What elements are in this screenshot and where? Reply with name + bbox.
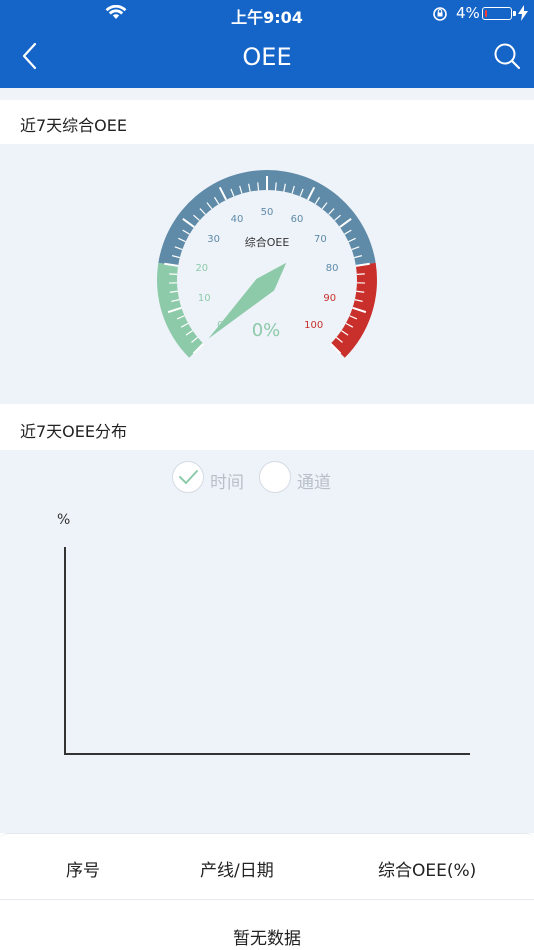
chart-panel bbox=[0, 450, 534, 833]
gauge-tick-mark bbox=[356, 273, 365, 275]
chart-x-axis bbox=[64, 753, 470, 755]
gauge-tick-label: 40 bbox=[230, 214, 244, 226]
gauge-tick-label: 80 bbox=[325, 262, 339, 274]
chart-y-axis-label: % bbox=[57, 512, 71, 528]
divider bbox=[0, 899, 534, 900]
gauge-tick-label: 50 bbox=[260, 207, 274, 218]
empty-state-text: 暂无数据 bbox=[233, 929, 301, 949]
gauge-tick-label: 20 bbox=[195, 262, 209, 274]
gauge-dial bbox=[157, 169, 377, 358]
column-header-line-date: 产线/日期 bbox=[200, 861, 274, 881]
rotation-lock-icon bbox=[433, 7, 447, 21]
nav-bar: OEE bbox=[0, 28, 534, 88]
toggle-time-label: 时间 bbox=[210, 473, 244, 493]
gauge-value: 0% bbox=[251, 320, 281, 341]
status-time: 上午9:04 bbox=[231, 8, 303, 27]
column-header-oee: 综合OEE(%) bbox=[378, 861, 477, 881]
search-icon[interactable] bbox=[493, 42, 521, 70]
gauge-tick-label: 60 bbox=[290, 214, 304, 226]
oee-section-header: 近7天综合OEE bbox=[0, 100, 534, 144]
column-header-index: 序号 bbox=[66, 861, 100, 881]
gauge-tick-mark bbox=[257, 182, 260, 191]
top-bar: 上午9:04 4% OEE bbox=[0, 0, 534, 88]
check-icon bbox=[178, 469, 198, 484]
charging-bolt-icon bbox=[518, 5, 528, 21]
radio-channel[interactable] bbox=[259, 461, 291, 493]
radio-time[interactable] bbox=[172, 461, 204, 493]
status-bar: 上午9:04 4% bbox=[0, 0, 534, 28]
toggle-channel-label: 通道 bbox=[297, 473, 331, 493]
gauge-tick-mark bbox=[274, 182, 277, 191]
gauge-tick-label: 10 bbox=[197, 293, 211, 305]
gauge-band-high bbox=[330, 262, 377, 358]
battery-icon bbox=[482, 7, 516, 20]
gauge-tick-mark bbox=[169, 273, 178, 275]
chart-y-axis bbox=[64, 547, 66, 755]
section-title: 近7天OEE分布 bbox=[20, 422, 127, 441]
page-title: OEE bbox=[242, 43, 292, 71]
gauge-label: 综合OEE bbox=[244, 236, 290, 249]
divider bbox=[0, 88, 534, 100]
battery-level bbox=[485, 10, 487, 17]
table-header: 序号 产线/日期 综合OEE(%) bbox=[0, 833, 534, 901]
section-title: 近7天综合OEE bbox=[20, 116, 127, 135]
battery-percent: 4% bbox=[456, 4, 480, 22]
distribution-section-header: 近7天OEE分布 bbox=[0, 406, 534, 450]
oee-gauge: 0 10 20 30 40 50 60 70 80 90 100 综合OEE 0% bbox=[134, 148, 400, 388]
gauge-band-low bbox=[157, 262, 204, 358]
gauge-tick-label: 90 bbox=[323, 293, 337, 305]
